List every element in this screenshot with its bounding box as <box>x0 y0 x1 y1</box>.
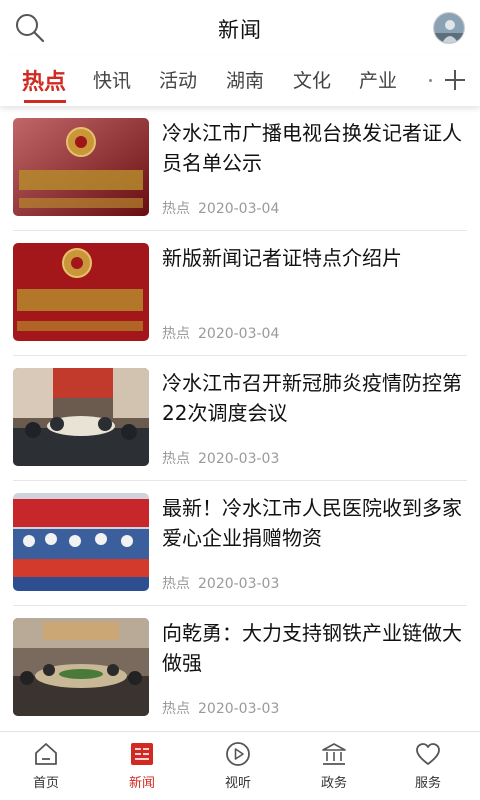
article-meta: 热点 2020-03-03 <box>162 698 279 718</box>
article-date: 2020-03-04 <box>198 326 280 342</box>
article-meta: 热点 2020-03-03 <box>162 448 279 468</box>
article-title[interactable]: 冷水江市广播电视台换发记者证人员名单公示 <box>162 118 466 178</box>
more-tabs-indicator <box>429 79 432 82</box>
article-date: 2020-03-03 <box>198 701 280 717</box>
article-thumbnail <box>13 618 149 716</box>
nav-news[interactable]: 新闻 <box>112 740 172 791</box>
nav-label: 服务 <box>414 776 441 791</box>
article-tag: 热点 <box>162 451 190 467</box>
article-thumbnail <box>13 243 149 341</box>
home-icon <box>35 743 57 765</box>
government-icon <box>322 743 346 765</box>
tab-flash[interactable]: 快讯 <box>93 66 131 93</box>
article-thumbnail <box>13 368 149 466</box>
play-icon <box>226 742 250 766</box>
nav-government[interactable]: 政务 <box>304 740 364 791</box>
bottom-navigation: 首页 新闻 视听 政务 服务 <box>0 731 480 800</box>
active-tab-indicator <box>24 100 66 103</box>
tab-events[interactable]: 活动 <box>159 66 197 93</box>
nav-home[interactable]: 首页 <box>16 740 76 791</box>
plus-icon[interactable] <box>442 67 468 93</box>
nav-label: 首页 <box>32 776 59 791</box>
nav-services[interactable]: 服务 <box>398 740 458 791</box>
article-date: 2020-03-04 <box>198 201 280 217</box>
article-item[interactable]: 向乾勇：大力支持钢铁产业链做大做强 热点 2020-03-03 <box>0 606 480 731</box>
nav-label: 政务 <box>320 776 347 791</box>
article-tag: 热点 <box>162 701 190 717</box>
tab-hot[interactable]: 热点 <box>22 64 66 96</box>
article-date: 2020-03-03 <box>198 451 280 467</box>
nav-label: 视听 <box>224 776 251 791</box>
article-meta: 热点 2020-03-04 <box>162 323 279 343</box>
page-title: 新闻 <box>218 18 262 42</box>
news-icon <box>131 743 153 765</box>
article-meta: 热点 2020-03-03 <box>162 573 279 593</box>
article-item[interactable]: 冷水江市召开新冠肺炎疫情防控第 22次调度会议 热点 2020-03-03 <box>0 356 480 481</box>
article-item[interactable]: 最新！冷水江市人民医院收到多家爱心企业捐赠物资 热点 2020-03-03 <box>0 481 480 606</box>
channel-tabs: 热点 快讯 活动 湖南 文化 产业 <box>0 56 480 106</box>
user-avatar[interactable] <box>433 12 465 44</box>
top-header: 新闻 <box>0 0 480 56</box>
article-meta: 热点 2020-03-04 <box>162 198 279 218</box>
article-title[interactable]: 新版新闻记者证特点介绍片 <box>162 243 466 273</box>
article-thumbnail <box>13 118 149 216</box>
article-thumbnail <box>13 493 149 591</box>
article-item[interactable]: 新版新闻记者证特点介绍片 热点 2020-03-04 <box>0 231 480 356</box>
article-date: 2020-03-03 <box>198 576 280 592</box>
article-tag: 热点 <box>162 201 190 217</box>
article-item[interactable]: 冷水江市广播电视台换发记者证人员名单公示 热点 2020-03-04 <box>0 106 480 231</box>
tab-industry[interactable]: 产业 <box>359 66 397 93</box>
nav-video[interactable]: 视听 <box>208 740 268 791</box>
article-tag: 热点 <box>162 576 190 592</box>
heart-icon <box>416 743 440 765</box>
article-title[interactable]: 最新！冷水江市人民医院收到多家爱心企业捐赠物资 <box>162 493 466 553</box>
article-title[interactable]: 冷水江市召开新冠肺炎疫情防控第 22次调度会议 <box>162 368 466 428</box>
nav-label: 新闻 <box>128 776 155 791</box>
tab-hunan[interactable]: 湖南 <box>226 66 264 93</box>
article-title[interactable]: 向乾勇：大力支持钢铁产业链做大做强 <box>162 618 466 678</box>
article-tag: 热点 <box>162 326 190 342</box>
tab-culture[interactable]: 文化 <box>293 66 331 93</box>
